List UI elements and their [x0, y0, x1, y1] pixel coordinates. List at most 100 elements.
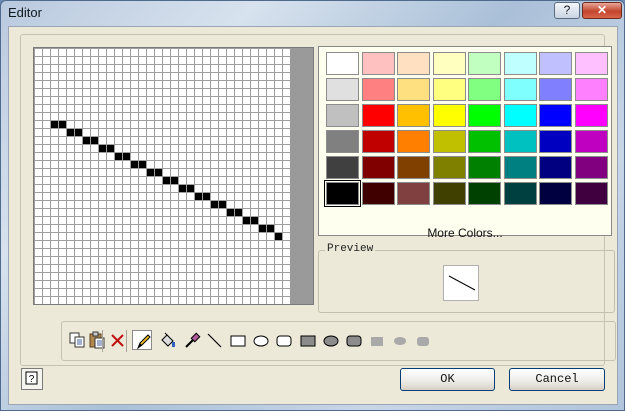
- color-swatch[interactable]: [539, 78, 572, 101]
- filled-pixel[interactable]: [202, 192, 210, 200]
- filled-pixel[interactable]: [90, 136, 98, 144]
- color-swatch[interactable]: [432, 130, 466, 153]
- filled-pixel[interactable]: [210, 200, 218, 208]
- filled-pixel[interactable]: [186, 184, 194, 192]
- filled-pixel[interactable]: [66, 128, 74, 136]
- cancel-button[interactable]: Cancel: [509, 368, 605, 391]
- filled-pixel[interactable]: [58, 120, 66, 128]
- color-swatch[interactable]: [432, 182, 466, 205]
- filled-pixel[interactable]: [114, 152, 122, 160]
- rectangle-filled-tool[interactable]: [298, 330, 318, 350]
- color-swatch[interactable]: [361, 130, 395, 153]
- color-swatch[interactable]: [468, 104, 501, 127]
- filled-pixel[interactable]: [170, 176, 178, 184]
- filled-pixel[interactable]: [234, 208, 242, 216]
- filled-pixel[interactable]: [154, 168, 162, 176]
- color-swatch[interactable]: [539, 104, 572, 127]
- rounded-rect-filled-tool[interactable]: [344, 330, 364, 350]
- color-swatch[interactable]: [361, 104, 395, 127]
- color-swatch[interactable]: [539, 130, 572, 153]
- color-swatch[interactable]: [539, 182, 572, 205]
- filled-pixel[interactable]: [122, 152, 130, 160]
- color-swatch[interactable]: [397, 52, 430, 75]
- color-swatch[interactable]: [468, 52, 501, 75]
- color-swatch[interactable]: [361, 156, 395, 179]
- pixel-editor-grid[interactable]: [34, 48, 290, 304]
- color-swatch[interactable]: [361, 182, 395, 205]
- color-swatch[interactable]: [326, 78, 359, 101]
- fill-bucket-tool[interactable]: [157, 330, 177, 350]
- ok-button[interactable]: OK: [400, 368, 495, 391]
- title-close-button[interactable]: ✕: [582, 2, 622, 19]
- eyedropper-tool[interactable]: [182, 330, 202, 350]
- copy-tool[interactable]: [67, 330, 87, 350]
- color-swatch[interactable]: [397, 156, 430, 179]
- color-swatch[interactable]: [361, 78, 395, 101]
- line-tool-tool[interactable]: [204, 330, 224, 350]
- filled-pixel[interactable]: [98, 144, 106, 152]
- ellipse-filled-light-tool[interactable]: [390, 330, 410, 350]
- color-swatch[interactable]: [574, 130, 608, 153]
- color-swatch[interactable]: [574, 156, 608, 179]
- title-help-button[interactable]: ?: [554, 2, 580, 19]
- color-swatch[interactable]: [468, 156, 501, 179]
- color-swatch[interactable]: [468, 182, 501, 205]
- filled-pixel[interactable]: [130, 160, 138, 168]
- color-swatch[interactable]: [503, 182, 537, 205]
- color-swatch[interactable]: [574, 78, 608, 101]
- color-swatch[interactable]: [397, 78, 430, 101]
- clear-tool[interactable]: [107, 330, 127, 350]
- color-swatch[interactable]: [503, 78, 537, 101]
- color-swatch[interactable]: [326, 156, 359, 179]
- filled-pixel[interactable]: [82, 136, 90, 144]
- color-swatch[interactable]: [432, 156, 466, 179]
- color-swatch[interactable]: [574, 104, 608, 127]
- color-swatch[interactable]: [432, 104, 466, 127]
- filled-pixel[interactable]: [178, 184, 186, 192]
- color-swatch[interactable]: [326, 130, 359, 153]
- ellipse-filled-tool[interactable]: [321, 330, 341, 350]
- color-swatch[interactable]: [326, 52, 359, 75]
- color-swatch[interactable]: [539, 156, 572, 179]
- color-swatch[interactable]: [503, 156, 537, 179]
- filled-pixel[interactable]: [50, 120, 58, 128]
- color-swatch[interactable]: [361, 52, 395, 75]
- color-swatch[interactable]: [397, 104, 430, 127]
- color-swatch[interactable]: [432, 52, 466, 75]
- rectangle-outline-tool[interactable]: [228, 330, 248, 350]
- color-swatch[interactable]: [503, 52, 537, 75]
- rectangle-filled-light-tool[interactable]: [367, 330, 387, 350]
- filled-pixel[interactable]: [250, 216, 258, 224]
- color-swatch[interactable]: [432, 78, 466, 101]
- filled-pixel[interactable]: [218, 200, 226, 208]
- paste-tool[interactable]: [87, 330, 107, 350]
- filled-pixel[interactable]: [146, 168, 154, 176]
- color-swatch[interactable]: [468, 78, 501, 101]
- ellipse-outline-tool[interactable]: [251, 330, 271, 350]
- color-swatch[interactable]: [397, 182, 430, 205]
- filled-pixel[interactable]: [138, 160, 146, 168]
- filled-pixel[interactable]: [274, 232, 282, 240]
- color-swatch[interactable]: [324, 180, 361, 207]
- context-help-button[interactable]: ?: [21, 368, 43, 390]
- color-swatch[interactable]: [326, 104, 359, 127]
- filled-pixel[interactable]: [106, 144, 114, 152]
- color-swatch[interactable]: [574, 182, 608, 205]
- filled-pixel[interactable]: [194, 192, 202, 200]
- filled-pixel[interactable]: [266, 224, 274, 232]
- color-swatch[interactable]: [503, 130, 537, 153]
- color-swatch[interactable]: [397, 130, 430, 153]
- rounded-rect-outline-tool[interactable]: [274, 330, 294, 350]
- filled-pixel[interactable]: [258, 224, 266, 232]
- more-colors-button[interactable]: More Colors...: [319, 226, 611, 240]
- color-swatch[interactable]: [574, 52, 608, 75]
- filled-pixel[interactable]: [162, 176, 170, 184]
- filled-pixel[interactable]: [226, 208, 234, 216]
- color-swatch[interactable]: [468, 130, 501, 153]
- title-bar[interactable]: Editor ? ✕: [1, 1, 624, 25]
- color-swatch[interactable]: [539, 52, 572, 75]
- rounded-rect-filled-light-tool[interactable]: [413, 330, 433, 350]
- pencil-tool[interactable]: [132, 330, 152, 350]
- filled-pixel[interactable]: [74, 128, 82, 136]
- color-swatch[interactable]: [503, 104, 537, 127]
